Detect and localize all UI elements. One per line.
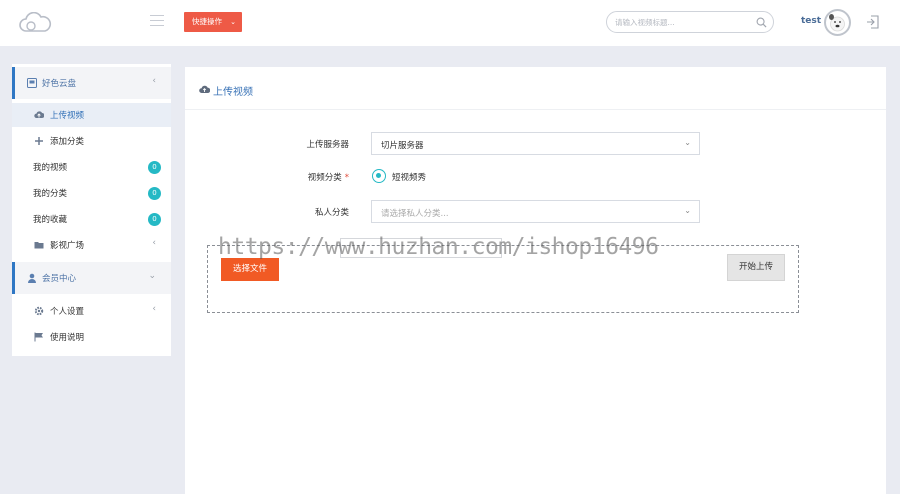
cloud-logo-icon[interactable] (18, 12, 52, 34)
sidebar-group-label: 好色云盘 (42, 79, 77, 89)
page-title: 上传视频 (213, 87, 253, 98)
gear-icon (34, 306, 44, 316)
avatar-face-icon (829, 14, 845, 32)
sidebar-item-label: 我的视频 (33, 163, 68, 173)
server-label: 上传服务器 (306, 140, 349, 150)
top-header: 快捷操作 ⌄ test (0, 0, 900, 46)
category-label-text: 视频分类 (307, 173, 342, 183)
start-upload-button[interactable]: 开始上传 (727, 254, 785, 281)
sidebar-item-my-categories[interactable]: 我的分类 0 (12, 181, 171, 205)
sidebar-item-label: 添加分类 (50, 137, 85, 147)
sidebar-group-member-center[interactable]: 会员中心 ⌄ (12, 262, 171, 294)
search-icon[interactable] (756, 17, 767, 28)
sidebar-group-label: 会员中心 (42, 274, 77, 284)
private-category-select[interactable]: 请选择私人分类... ⌄ (371, 200, 700, 223)
search-box (606, 11, 774, 33)
disk-icon (27, 78, 37, 88)
sidebar-item-label: 使用说明 (50, 333, 85, 343)
username[interactable]: test (801, 16, 821, 26)
avatar[interactable] (824, 9, 851, 36)
sidebar-item-label: 个人设置 (50, 307, 85, 317)
sidebar-group-cloud-disk[interactable]: 好色云盘 ‹ (12, 67, 171, 99)
chevron-down-icon: ⌄ (148, 271, 156, 281)
user-icon (28, 273, 36, 283)
chevron-down-icon: ⌄ (684, 206, 691, 215)
flag-icon (34, 332, 43, 342)
sidebar-item-label: 影视广场 (50, 241, 85, 251)
quick-action-button[interactable]: 快捷操作 ⌄ (184, 12, 242, 32)
plus-icon (35, 137, 43, 145)
count-badge: 0 (148, 187, 161, 200)
choose-file-button[interactable]: 选择文件 (221, 258, 279, 281)
chevron-left-icon: ‹ (152, 238, 156, 248)
sidebar-item-my-favorites[interactable]: 我的收藏 0 (12, 207, 171, 231)
chevron-down-icon: ⌄ (230, 18, 236, 26)
sidebar-item-my-videos[interactable]: 我的视频 0 (12, 155, 171, 179)
chevron-left-icon: ‹ (152, 76, 156, 86)
search-input[interactable] (615, 16, 755, 29)
watermark-text: https://www.huzhan.com/ishop16496 (218, 234, 659, 260)
chevron-down-icon: ⌄ (684, 138, 691, 147)
required-asterisk: * (344, 173, 349, 183)
private-category-label: 私人分类 (314, 208, 349, 218)
menu-toggle-icon[interactable] (150, 15, 164, 27)
sidebar-item-label: 上传视频 (50, 111, 85, 121)
private-category-placeholder: 请选择私人分类... (381, 209, 449, 219)
logout-icon[interactable] (866, 15, 879, 29)
sidebar-item-add-category[interactable]: 添加分类 (12, 129, 171, 153)
folder-icon (34, 242, 44, 249)
count-badge: 0 (148, 161, 161, 174)
category-radio[interactable] (372, 169, 386, 183)
category-radio-label[interactable]: 短视频秀 (392, 171, 426, 183)
panel-header: 上传视频 (185, 67, 886, 110)
cloud-upload-icon (199, 85, 210, 93)
category-label: 视频分类 * (259, 171, 349, 183)
sidebar-item-upload-video[interactable]: 上传视频 (12, 103, 171, 127)
chevron-left-icon: ‹ (152, 304, 156, 314)
server-select[interactable]: 切片服务器 ⌄ (371, 132, 700, 155)
sidebar: 好色云盘 ‹ 上传视频 添加分类 我的视频 0 我的分类 0 我的收藏 0 影视… (12, 64, 171, 356)
server-select-value: 切片服务器 (381, 141, 424, 151)
sidebar-item-instructions[interactable]: 使用说明 (12, 325, 171, 349)
sidebar-item-label: 我的分类 (33, 189, 68, 199)
sidebar-item-label: 我的收藏 (33, 215, 68, 225)
sidebar-item-video-plaza[interactable]: 影视广场 ‹ (12, 233, 171, 257)
sidebar-item-personal-settings[interactable]: 个人设置 ‹ (12, 299, 171, 323)
count-badge: 0 (148, 213, 161, 226)
quick-action-label: 快捷操作 (192, 17, 222, 26)
cloud-upload-icon (34, 111, 44, 118)
